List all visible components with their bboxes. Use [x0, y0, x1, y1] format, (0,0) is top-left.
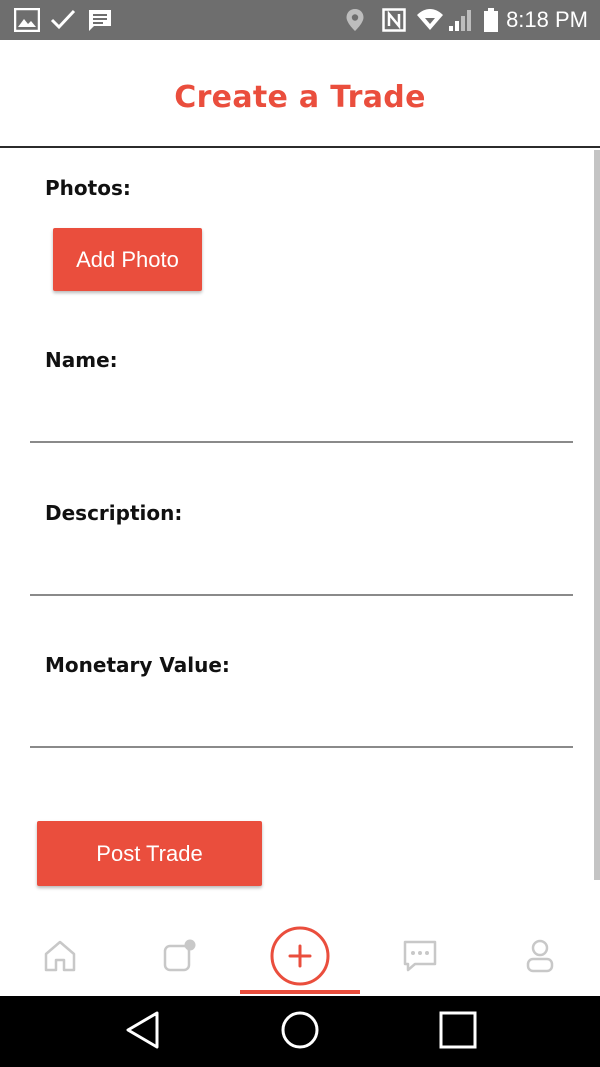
monetary-value-input[interactable]	[30, 705, 573, 745]
description-label: Description:	[45, 501, 183, 525]
nav-item-trades[interactable]	[120, 916, 240, 996]
nav-item-profile[interactable]	[480, 916, 600, 996]
chat-icon	[402, 939, 438, 973]
monetary-value-label: Monetary Value:	[45, 653, 230, 677]
battery-icon	[484, 8, 498, 36]
post-trade-button[interactable]: Post Trade	[37, 821, 262, 886]
location-icon	[345, 8, 365, 36]
status-bar: 8:18 PM	[0, 0, 600, 40]
home-circle-icon	[280, 1010, 320, 1054]
description-input-underline	[30, 594, 573, 596]
description-input[interactable]	[30, 553, 573, 593]
name-label: Name:	[45, 348, 118, 372]
bottom-nav	[0, 916, 600, 996]
scrollbar[interactable]	[594, 150, 600, 880]
image-icon	[13, 7, 41, 36]
status-time: 8:18 PM	[506, 7, 588, 32]
check-icon	[50, 8, 76, 36]
monetary-value-input-underline	[30, 746, 573, 748]
home-icon	[43, 939, 77, 973]
photos-label: Photos:	[45, 176, 131, 200]
system-back-button[interactable]	[120, 1010, 164, 1054]
page-title: Create a Trade	[174, 80, 426, 115]
wifi-icon	[416, 8, 444, 36]
nfc-icon	[382, 8, 406, 36]
system-home-button[interactable]	[278, 1010, 322, 1054]
profile-icon	[525, 938, 555, 974]
nav-item-home[interactable]	[0, 916, 120, 996]
trades-icon	[162, 938, 198, 974]
recents-icon	[439, 1011, 477, 1053]
name-input-underline	[30, 441, 573, 443]
app-header: Create a Trade	[0, 40, 600, 148]
back-icon	[124, 1010, 160, 1054]
name-input[interactable]	[30, 400, 573, 440]
message-icon	[87, 8, 113, 36]
create-trade-icon	[269, 925, 331, 987]
add-photo-button[interactable]: Add Photo	[53, 228, 202, 291]
nav-item-chat[interactable]	[360, 916, 480, 996]
system-nav-bar	[0, 996, 600, 1067]
active-tab-indicator	[240, 990, 360, 994]
nav-item-create-trade[interactable]	[240, 916, 360, 996]
system-recents-button[interactable]	[436, 1010, 480, 1054]
signal-icon	[448, 8, 476, 36]
